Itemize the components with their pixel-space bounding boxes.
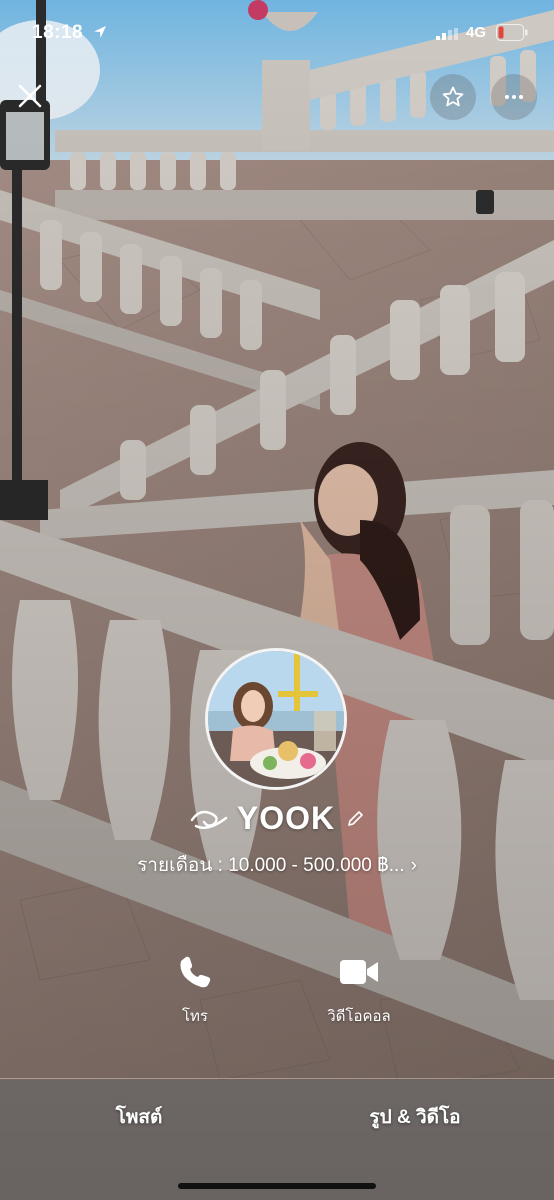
status-bar: 18:18 4G	[0, 0, 554, 64]
phone-icon	[180, 956, 211, 988]
battery-icon	[496, 24, 528, 41]
video-call-label: วิดีโอคอล	[327, 1008, 391, 1025]
profile-name: YOOK	[236, 800, 336, 836]
video-call-button[interactable]: วิดีโอคอล	[289, 952, 429, 1032]
call-label: โทร	[181, 1008, 208, 1025]
background-photo	[0, 0, 554, 1200]
chevron-right-icon: ›	[410, 855, 417, 876]
more-options-button[interactable]	[491, 74, 537, 120]
profile-screen: 18:18 4G YOOK รายเดือน: 10.000 - 500.00…	[0, 0, 554, 1200]
more-icon	[505, 95, 523, 99]
signal-icon	[436, 28, 458, 40]
network-type: 4G	[466, 24, 487, 41]
tab-photos-videos[interactable]: รูป & วิดีโอ	[315, 1102, 515, 1132]
status-message-text: รายเดือน : 10.000 - 500.000 ฿...	[137, 855, 405, 876]
call-button[interactable]: โทร	[125, 952, 265, 1032]
tab-posts[interactable]: โพสต์	[39, 1102, 239, 1132]
profile-avatar[interactable]	[205, 648, 347, 790]
favorite-button[interactable]	[430, 74, 476, 120]
status-message[interactable]: รายเดือน : 10.000 - 500.000 ฿... ›	[0, 850, 554, 880]
profile-name-row: YOOK	[0, 800, 554, 842]
location-arrow-icon	[94, 26, 106, 38]
home-indicator	[178, 1183, 376, 1189]
video-camera-icon	[340, 960, 378, 984]
tab-divider	[0, 1078, 554, 1079]
pencil-icon[interactable]	[346, 810, 364, 828]
name-decoration-icon	[191, 810, 228, 829]
close-button[interactable]	[14, 80, 46, 112]
star-icon	[442, 86, 464, 107]
avatar-photo	[208, 651, 344, 787]
close-icon	[18, 84, 42, 108]
status-time: 18:18	[32, 22, 84, 43]
